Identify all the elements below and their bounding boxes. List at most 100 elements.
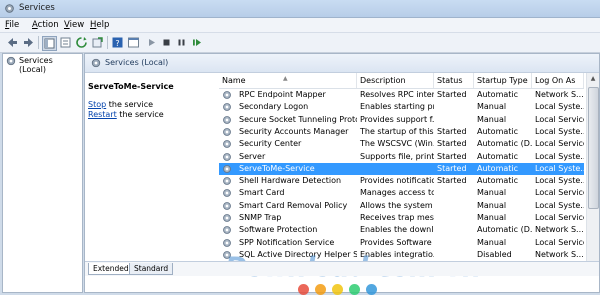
cell-logon: Local Service <box>535 139 584 149</box>
console-icon[interactable] <box>127 36 140 49</box>
cell-logon: Local Syste... <box>535 151 584 161</box>
cell-status <box>434 212 474 224</box>
service-gear-icon <box>222 176 232 186</box>
stop-service-link[interactable]: Stop <box>88 100 106 109</box>
table-row[interactable]: Security Center The WSCSVC (Win... Started… <box>219 138 584 150</box>
table-row[interactable]: Shell Hardware Detection Provides notific… <box>219 175 584 187</box>
cell-name: Smart Card Removal Policy <box>239 200 348 210</box>
restart-icon[interactable] <box>190 36 203 49</box>
cell-startup: Manual <box>477 102 507 112</box>
cell-logon: Local Service <box>535 213 584 222</box>
tab-standard[interactable]: Standard <box>129 263 174 275</box>
cell-description: Enables starting pr... <box>360 102 434 112</box>
cell-status <box>434 237 474 249</box>
menu-action[interactable]: Action <box>32 20 59 30</box>
cell-startup: Automatic <box>477 126 519 136</box>
panel-header-title: Services (Local) <box>105 58 169 67</box>
cell-name: Secure Socket Tunneling Protocol ... <box>239 114 357 124</box>
service-gear-icon <box>222 188 232 198</box>
window-title: Services <box>19 3 55 13</box>
menu-file[interactable]: File <box>5 20 19 30</box>
table-row[interactable]: Smart Card Removal Policy Allows the syst… <box>219 200 584 212</box>
cell-logon: Local Syste... <box>535 102 584 112</box>
table-row[interactable]: Secure Socket Tunneling Protocol ...Prov… <box>219 114 584 126</box>
cell-startup: Manual <box>477 237 507 247</box>
view-tabs: Extended Standard <box>85 261 599 276</box>
cell-logon: Local Syste... <box>535 176 584 186</box>
menu-view[interactable]: View <box>64 20 84 30</box>
table-row[interactable]: Smart Card Manages access to... Manual Loca… <box>219 187 584 199</box>
tree-item-services-local[interactable]: Services (Local) <box>5 55 79 74</box>
cell-name: ServeToMe-Service <box>239 163 315 173</box>
cell-description: Provides support f... <box>360 114 434 124</box>
pause-icon[interactable] <box>175 36 188 49</box>
properties-icon[interactable] <box>59 36 72 49</box>
service-gear-icon <box>222 115 232 125</box>
svg-text:?: ? <box>115 39 119 48</box>
restart-service-line: Restart the service <box>88 110 164 119</box>
service-gear-icon <box>222 139 232 149</box>
cell-startup: Manual <box>477 114 507 124</box>
service-gear-icon <box>222 127 232 137</box>
tab-extended[interactable]: Extended <box>88 263 134 275</box>
cell-name: Smart Card <box>239 188 285 198</box>
services-gear-icon <box>6 56 16 66</box>
cell-status: Started <box>437 151 467 161</box>
restart-service-link[interactable]: Restart <box>88 110 117 119</box>
play-icon[interactable] <box>145 36 158 49</box>
stop-service-line: Stop the service <box>88 100 154 109</box>
cell-status: Started <box>437 139 467 149</box>
cell-name: Secondary Logon <box>239 102 309 112</box>
column-header-log-on-as[interactable]: Log On As <box>532 73 584 88</box>
cell-logon: Network S... <box>535 90 584 99</box>
cell-startup: Manual <box>477 200 507 210</box>
cell-status: Started <box>437 126 467 136</box>
cell-description: Provides notificatio... <box>360 176 434 186</box>
watermark-dot <box>349 284 360 295</box>
cell-logon: Network S... <box>535 225 584 235</box>
cell-status <box>434 200 474 212</box>
watermark-dot <box>298 284 309 295</box>
title-bar: Services <box>0 0 600 18</box>
cell-startup: Automatic (D... <box>477 139 532 149</box>
table-row[interactable]: SNMP Trap Receives trap mess... Manual Loca… <box>219 212 584 224</box>
cell-name: SNMP Trap <box>239 213 282 222</box>
scroll-up-icon[interactable]: ▲ <box>587 73 599 84</box>
toolbar: ? <box>0 33 600 53</box>
refresh-icon[interactable] <box>75 36 88 49</box>
export-icon[interactable] <box>91 36 104 49</box>
column-header-description[interactable]: Description <box>357 73 434 88</box>
table-row[interactable]: SPP Notification Service Provides Softwar… <box>219 237 584 249</box>
cell-logon: Local Service <box>535 237 584 247</box>
table-row[interactable]: RPC Endpoint Mapper Resolves RPC inter...… <box>219 89 584 101</box>
column-header-name[interactable]: ▲ Name <box>219 73 357 88</box>
cell-logon: Local Syste... <box>535 126 584 136</box>
show-tree-icon[interactable] <box>42 36 57 51</box>
service-gear-icon <box>222 238 232 248</box>
cell-description: The startup of this ... <box>360 126 434 136</box>
table-row[interactable]: Security Accounts Manager The startup of … <box>219 126 584 138</box>
table-row[interactable]: Software Protection Enables the downl... A… <box>219 224 584 236</box>
table-row[interactable]: Secondary Logon Enables starting pr... Man… <box>219 101 584 113</box>
cell-description <box>357 163 434 175</box>
cell-description: Resolves RPC inter... <box>360 90 434 99</box>
selected-service-title: ServeToMe-Service <box>88 82 174 91</box>
cell-name: Shell Hardware Detection <box>239 176 342 186</box>
table-row[interactable]: Server Supports file, print,...Started Aut… <box>219 151 584 163</box>
column-header-startup-type[interactable]: Startup Type <box>474 73 532 88</box>
vertical-scrollbar[interactable]: ▲ ▼ <box>586 73 599 274</box>
scroll-thumb[interactable] <box>588 87 599 209</box>
table-row[interactable]: ServeToMe-Service Started Automatic Local S… <box>219 162 584 175</box>
cell-description: Allows the system ... <box>360 200 434 210</box>
service-gear-icon <box>222 164 232 174</box>
service-gear-icon <box>222 213 232 223</box>
menu-help[interactable]: Help <box>90 20 109 30</box>
forward-icon[interactable] <box>22 36 35 49</box>
cell-status <box>434 114 474 126</box>
help-icon[interactable]: ? <box>111 36 124 49</box>
console-tree: Services (Local) <box>2 53 83 293</box>
back-icon[interactable] <box>6 36 19 49</box>
cell-status: Started <box>437 176 467 186</box>
stop-icon[interactable] <box>160 36 173 49</box>
column-header-status[interactable]: Status <box>434 73 474 88</box>
